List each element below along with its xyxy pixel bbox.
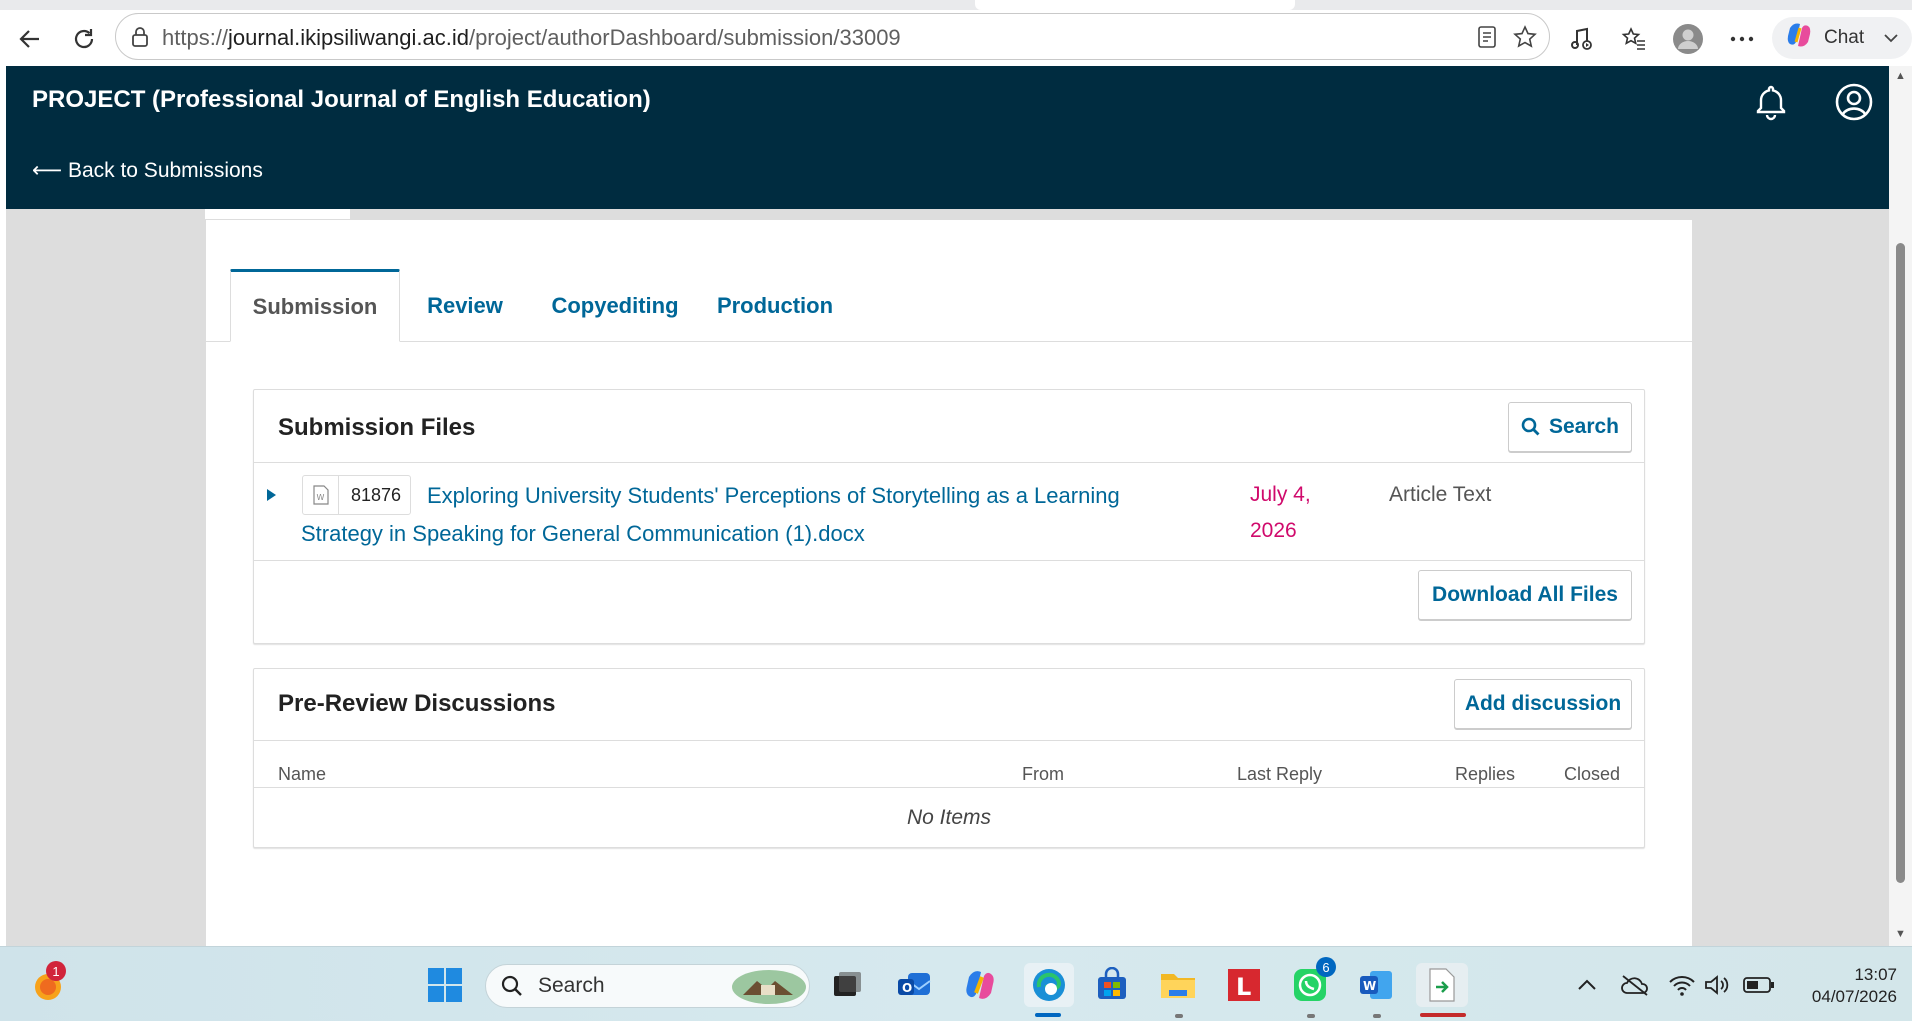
explorer-open-indicator — [1175, 1014, 1183, 1018]
tab-review[interactable]: Review — [400, 269, 530, 342]
column-name: Name — [278, 764, 327, 784]
search-button-label: Search — [1548, 415, 1620, 438]
url-host: journal.ikipsiliwangi.ac.id — [228, 25, 469, 50]
onedrive-offline-icon[interactable] — [1613, 963, 1657, 1007]
word-open-indicator — [1373, 1014, 1381, 1018]
favorites-list-icon[interactable] — [1618, 23, 1650, 55]
favorite-star-icon[interactable] — [1512, 24, 1538, 55]
weather-widget-icon[interactable]: 1 — [28, 961, 72, 1007]
notification-badge: 1 — [46, 961, 66, 981]
profile-avatar-icon[interactable] — [1672, 23, 1704, 55]
url-prefix: https:// — [162, 25, 229, 50]
address-bar[interactable]: https://journal.ikipsiliwangi.ac.id/proj… — [115, 13, 1550, 60]
back-arrow-icon[interactable] — [14, 23, 46, 55]
card-header-divider — [254, 462, 1644, 463]
task-view-icon[interactable] — [825, 963, 869, 1007]
notifications-bell-icon[interactable] — [1751, 82, 1791, 122]
workflow-tabs: Submission Review Copyediting Production — [230, 269, 1693, 342]
copilot-chat-button[interactable]: Chat — [1772, 17, 1912, 59]
search-icon — [500, 974, 524, 998]
microsoft-store-icon[interactable] — [1090, 963, 1134, 1007]
whatsapp-icon[interactable]: 6 — [1288, 957, 1336, 1007]
tab-copyediting[interactable]: Copyediting — [530, 269, 700, 342]
expand-file-toggle-icon[interactable] — [267, 489, 276, 501]
svg-text:O: O — [902, 981, 912, 995]
discussions-title: Pre-Review Discussions — [278, 690, 556, 717]
browser-active-tab[interactable] — [975, 0, 1295, 10]
reload-icon[interactable] — [68, 23, 100, 55]
scrollbar-thumb[interactable] — [1896, 243, 1905, 883]
system-clock[interactable]: 13:07 04/07/2026 — [1797, 964, 1897, 1008]
discussions-header-divider — [254, 740, 1644, 741]
user-profile-icon[interactable] — [1834, 82, 1874, 122]
chat-label: Chat — [1824, 27, 1865, 48]
file-explorer-icon[interactable] — [1156, 963, 1200, 1007]
volume-icon[interactable] — [1695, 963, 1739, 1007]
submission-files-title: Submission Files — [278, 414, 476, 441]
chevron-down-icon — [1884, 27, 1898, 49]
tab-submission[interactable]: Submission — [230, 269, 400, 342]
windows-start-icon[interactable] — [423, 963, 467, 1007]
app-header: PROJECT (Professional Journal of English… — [6, 66, 1889, 209]
copilot-app-icon[interactable] — [958, 963, 1002, 1007]
svg-text:L: L — [1236, 973, 1251, 1001]
back-to-submissions-link[interactable]: ⟵ Back to Submissions — [32, 158, 263, 183]
tab-production[interactable]: Production — [700, 269, 850, 342]
document-app-icon[interactable] — [1416, 963, 1468, 1007]
scroll-down-arrow-icon[interactable]: ▼ — [1895, 928, 1906, 940]
browser-toolbar: https://journal.ikipsiliwangi.ac.id/proj… — [0, 10, 1912, 68]
scroll-up-arrow-icon[interactable]: ▲ — [1895, 70, 1906, 82]
page-scrollbar[interactable]: ▲ ▼ — [1889, 66, 1912, 946]
clock-date: 04/07/2026 — [1811, 987, 1897, 1006]
battery-icon[interactable] — [1737, 963, 1781, 1007]
show-hidden-icons-chevron-icon[interactable] — [1565, 963, 1609, 1007]
file-date: July 4, 2026 — [1250, 483, 1311, 542]
outlook-icon[interactable]: O — [892, 963, 936, 1007]
edge-active-indicator — [1035, 1013, 1061, 1017]
column-from: From — [1022, 764, 1064, 784]
svg-text:W: W — [1363, 979, 1376, 993]
document-app-active-indicator — [1420, 1013, 1466, 1017]
url-text[interactable]: https://journal.ikipsiliwangi.ac.id/proj… — [162, 25, 901, 51]
column-closed: Closed — [1564, 764, 1621, 784]
windows-taskbar: 1 Search O L 6 W 13:07 04/07/2026 — [0, 946, 1912, 1021]
taskbar-search-placeholder: Search — [538, 974, 605, 997]
submission-files-card: Submission Files Search W 81876 Explorin… — [253, 389, 1645, 644]
search-icon — [1521, 417, 1541, 437]
word-icon[interactable]: W — [1354, 963, 1398, 1007]
browser-tab-strip — [0, 0, 1912, 10]
media-music-icon[interactable] — [1565, 23, 1597, 55]
pre-review-discussions-card: Pre-Review Discussions Add discussion Na… — [253, 668, 1645, 848]
journal-title[interactable]: PROJECT (Professional Journal of English… — [32, 86, 651, 114]
add-discussion-button[interactable]: Add discussion — [1454, 679, 1632, 729]
column-last-reply: Last Reply — [1237, 764, 1323, 784]
edge-browser-icon[interactable] — [1024, 963, 1074, 1007]
column-replies: Replies — [1455, 764, 1516, 784]
l-app-icon[interactable]: L — [1222, 963, 1266, 1007]
panel-top-strip — [205, 209, 350, 219]
whatsapp-badge: 6 — [1316, 957, 1336, 977]
search-files-button[interactable]: Search — [1508, 402, 1632, 452]
file-genre: Article Text — [1389, 483, 1492, 506]
copilot-icon — [1784, 20, 1814, 56]
discussions-columns-divider — [254, 787, 1644, 788]
empty-list-message: No Items — [906, 806, 992, 829]
taskbar-search-box[interactable]: Search — [485, 964, 810, 1008]
download-all-files-button[interactable]: Download All Files — [1418, 570, 1632, 620]
clock-time: 13:07 — [1854, 965, 1897, 984]
whatsapp-open-indicator — [1307, 1014, 1315, 1018]
file-row-divider — [254, 560, 1644, 561]
url-path: /project/authorDashboard/submission/3300… — [468, 25, 901, 50]
search-highlight-image-icon — [731, 969, 807, 1011]
file-name-link[interactable]: Exploring University Students' Perceptio… — [301, 477, 1181, 553]
reading-view-icon[interactable] — [1476, 25, 1498, 54]
lock-icon[interactable] — [130, 25, 150, 54]
more-options-icon[interactable] — [1726, 23, 1758, 55]
